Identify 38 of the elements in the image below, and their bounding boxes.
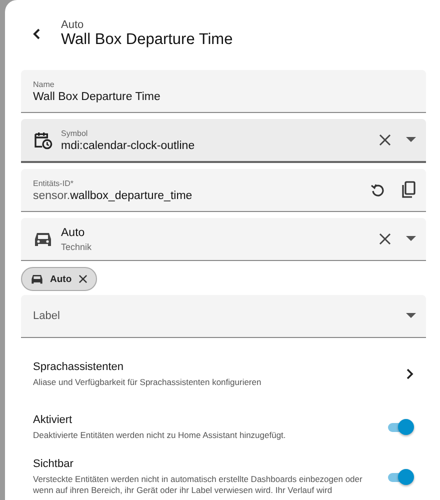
toggle-switch[interactable] <box>386 469 414 485</box>
area-chip[interactable]: Auto <box>21 267 97 291</box>
chip-label: Auto <box>50 274 72 284</box>
field-label: Symbol <box>61 128 89 138</box>
field-value: mdi:calendar-clock-outline <box>61 140 196 152</box>
icon-field[interactable]: Symbol mdi:calendar-clock-outline <box>21 119 426 163</box>
breadcrumb-text: Auto <box>61 19 85 31</box>
row-title: Aktiviert <box>33 414 74 426</box>
field-label: Name <box>33 80 56 88</box>
field-value: sensor.wallbox_departure_time <box>33 190 194 202</box>
toggle-switch[interactable] <box>386 419 414 435</box>
row-description: Aliase und Verfügbarkeit für Sprachassistenten konfigurieren <box>33 376 262 388</box>
field-secondary-text: Technik <box>61 242 93 252</box>
calendar-clock-icon <box>33 130 53 150</box>
row-description: Deaktivierte Entitäten werden nicht zu Home Assistant hinzugefügt. <box>33 430 287 440</box>
row-title: Sichtbar <box>33 458 74 470</box>
dropdown-caret-icon[interactable] <box>406 137 416 143</box>
car-icon <box>30 273 44 285</box>
label-select[interactable]: Label <box>21 295 426 338</box>
field-label: Entitäts-ID* <box>33 178 74 188</box>
dialog-title: Wall Box Departure Time <box>61 31 233 49</box>
chevron-right-icon <box>406 368 414 380</box>
clear-icon[interactable] <box>378 133 392 147</box>
dropdown-caret-icon[interactable] <box>406 236 416 242</box>
clear-icon[interactable] <box>378 232 392 246</box>
reset-icon[interactable] <box>370 182 386 198</box>
field-value: Auto <box>61 226 86 238</box>
entity-id-field[interactable]: Entitäts-ID* sensor.wallbox_departure_time <box>21 169 426 212</box>
field-value: Wall Box Departure Time <box>33 90 162 102</box>
voice-assistants-row[interactable]: Sprachassistenten Aliase und Verfügbarkeit für Sprachassistenten konfigurieren <box>21 350 426 398</box>
remove-icon[interactable] <box>78 274 88 284</box>
dropdown-caret-icon <box>406 313 416 319</box>
row-title: Sprachassistenten <box>33 360 124 373</box>
row-description: Versteckte Entitäten werden nicht in automatisch erstellte Dashboards einbezogen oder wenn auf ihren Bereich, ihr Gerät oder ihr Label verwiesen wird. Ihr Verlauf wird <box>33 474 364 496</box>
name-field[interactable]: Name Wall Box Departure Time <box>21 70 426 113</box>
car-icon <box>33 230 53 248</box>
copy-icon[interactable] <box>400 181 416 199</box>
area-field[interactable]: Auto Technik <box>21 218 426 261</box>
